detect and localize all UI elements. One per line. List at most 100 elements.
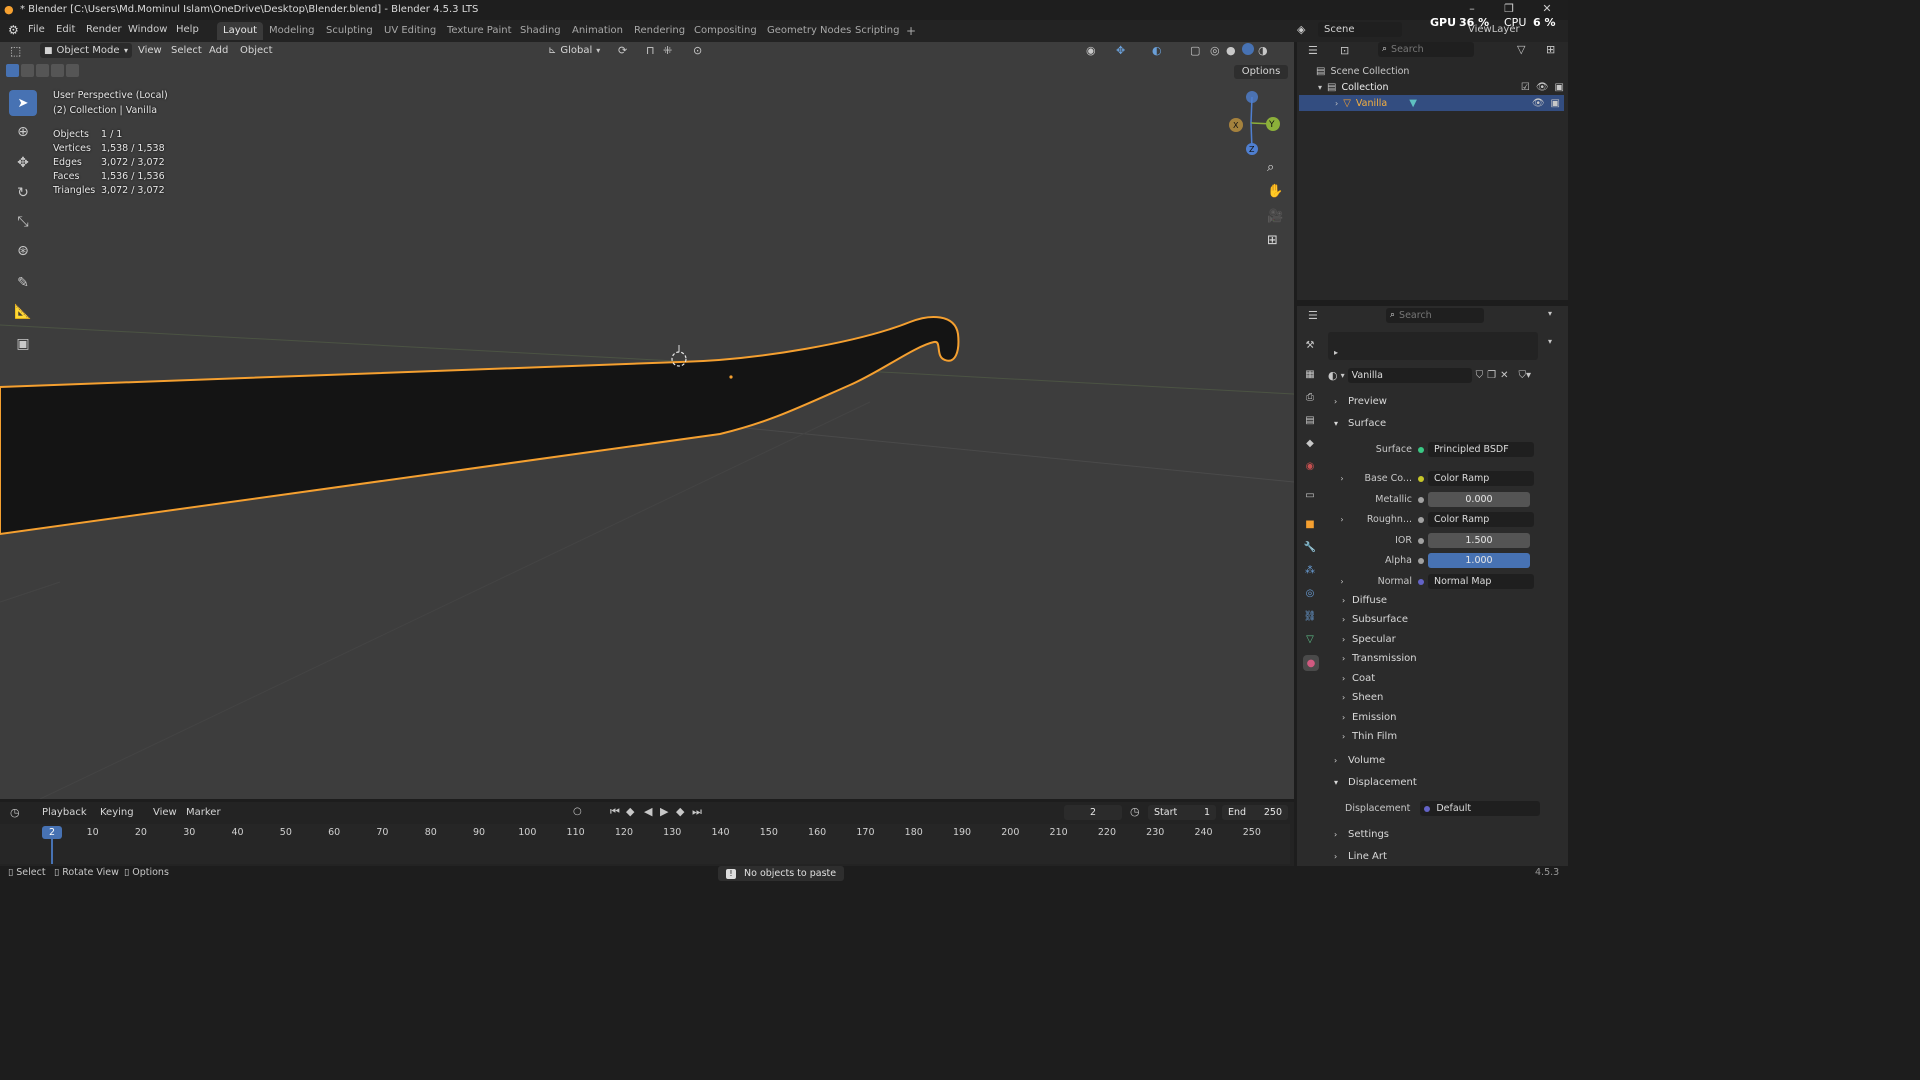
tool-tab-icon[interactable]: ⚒ bbox=[1303, 338, 1317, 352]
render-tab-icon[interactable]: ▦ bbox=[1303, 367, 1317, 381]
view-layer-tab-icon[interactable]: ▤ bbox=[1303, 413, 1317, 427]
eye-icon[interactable]: 👁 bbox=[1532, 98, 1545, 109]
editor-type-icon[interactable]: ⬚ bbox=[10, 44, 21, 58]
surface-input-field[interactable]: 1.500 bbox=[1428, 533, 1530, 548]
modifier-tab-icon[interactable]: 🔧 bbox=[1303, 540, 1317, 554]
tab-texture-paint[interactable]: Texture Paint bbox=[441, 22, 518, 40]
xray-icon[interactable]: ▢ bbox=[1190, 44, 1200, 57]
timeline-editor-icon[interactable]: ◷ bbox=[10, 806, 20, 819]
material-name-field[interactable]: Vanilla bbox=[1347, 368, 1472, 383]
perspective-grid-icon[interactable]: ⊞ bbox=[1267, 233, 1278, 248]
auto-key-icon[interactable]: ○ bbox=[573, 806, 582, 817]
transform-orientation-selector[interactable]: ⊾ Global ▾ bbox=[548, 43, 608, 58]
proportional-edit-icon[interactable]: ⊙ bbox=[693, 44, 702, 57]
current-frame-field[interactable]: 2 bbox=[1064, 805, 1122, 820]
checkbox-icon[interactable]: ☑ bbox=[1521, 82, 1530, 93]
physics-tab-icon[interactable]: ◎ bbox=[1303, 586, 1317, 600]
outliner-scene-collection[interactable]: ▤ Scene Collection bbox=[1316, 64, 1409, 78]
blender-menu-icon[interactable]: ⚙ bbox=[8, 23, 19, 37]
scale-tool[interactable]: ⤡ bbox=[9, 209, 37, 235]
surface-input-field[interactable]: Color Ramp bbox=[1428, 512, 1534, 527]
menu-file[interactable]: File bbox=[28, 24, 45, 35]
select-new-icon[interactable] bbox=[6, 64, 19, 77]
chevron-right-icon[interactable]: › bbox=[1334, 474, 1350, 483]
select-extend-icon[interactable] bbox=[21, 64, 34, 77]
material-preview-icon[interactable] bbox=[1242, 43, 1254, 55]
scene-tab-icon[interactable]: ◆ bbox=[1303, 436, 1317, 450]
menu-window[interactable]: Window bbox=[128, 24, 167, 35]
menu-help[interactable]: Help bbox=[176, 24, 199, 35]
outliner-search-input[interactable]: ⌕ Search bbox=[1378, 42, 1474, 57]
subpanel-emission[interactable]: › Emission bbox=[1342, 712, 1397, 723]
socket-icon[interactable] bbox=[1418, 537, 1424, 544]
preview-range-clock-icon[interactable]: ◷ bbox=[1130, 805, 1140, 818]
chevron-down-icon[interactable]: ▾ bbox=[1318, 83, 1322, 92]
displacement-input[interactable]: Default bbox=[1420, 801, 1540, 816]
material-sphere-icon[interactable]: ◐ bbox=[1328, 369, 1338, 382]
timeline-menu-marker[interactable]: Marker bbox=[186, 807, 221, 818]
pivot-icon[interactable]: ⟳ bbox=[618, 44, 627, 57]
duplicate-material-icon[interactable]: ❐ bbox=[1487, 370, 1496, 381]
mode-selector[interactable]: ■ Object Mode ▾ bbox=[40, 43, 132, 58]
viewport-menu-select[interactable]: Select bbox=[171, 45, 202, 56]
panel-settings[interactable]: › Settings bbox=[1334, 829, 1389, 840]
subpanel-coat[interactable]: › Coat bbox=[1342, 673, 1375, 684]
overlay-toggle-icon[interactable]: ◐ bbox=[1152, 44, 1162, 57]
material-slot-list[interactable] bbox=[1328, 332, 1538, 360]
tab-scripting[interactable]: Scripting bbox=[849, 22, 905, 40]
3d-viewport[interactable] bbox=[0, 42, 1294, 799]
playhead-line[interactable] bbox=[51, 839, 53, 864]
constraints-tab-icon[interactable]: ⛓ bbox=[1303, 609, 1317, 623]
socket-icon[interactable] bbox=[1418, 557, 1424, 564]
play-icon[interactable]: ▶ bbox=[660, 805, 668, 818]
link-mode-icon[interactable]: ⛉▾ bbox=[1518, 370, 1531, 381]
viewport-menu-add[interactable]: Add bbox=[209, 45, 228, 56]
panel-displacement[interactable]: ▾ Displacement bbox=[1334, 777, 1417, 788]
scene-selector[interactable]: Scene bbox=[1318, 22, 1402, 37]
chevron-down-icon[interactable]: ▾ bbox=[1548, 337, 1552, 346]
timeline-menu-playback[interactable]: Playback bbox=[42, 807, 87, 818]
select-subtract-icon[interactable] bbox=[36, 64, 49, 77]
render-camera-icon[interactable]: ▣ bbox=[1555, 82, 1564, 93]
select-invert-icon[interactable] bbox=[51, 64, 64, 77]
subpanel-specular[interactable]: › Specular bbox=[1342, 634, 1396, 645]
snap-grid-icon[interactable]: ⁜ bbox=[663, 44, 672, 57]
subpanel-sheen[interactable]: › Sheen bbox=[1342, 692, 1383, 703]
visibility-icon[interactable]: ◉ bbox=[1086, 44, 1096, 57]
timeline-menu-view[interactable]: View bbox=[153, 807, 177, 818]
viewport-menu-view[interactable]: View bbox=[138, 45, 162, 56]
start-frame-field[interactable]: Start 1 bbox=[1148, 805, 1216, 820]
options-button[interactable]: Options bbox=[1234, 65, 1288, 79]
chevron-right-icon[interactable]: › bbox=[1334, 577, 1350, 586]
subpanel-subsurface[interactable]: › Subsurface bbox=[1342, 614, 1408, 625]
tab-geometry-nodes[interactable]: Geometry Nodes bbox=[761, 22, 857, 40]
tab-rendering[interactable]: Rendering bbox=[628, 22, 691, 40]
surface-input-field[interactable]: 1.000 bbox=[1428, 553, 1530, 568]
panel-preview[interactable]: › Preview bbox=[1334, 396, 1387, 407]
subpanel-diffuse[interactable]: › Diffuse bbox=[1342, 595, 1387, 606]
outliner-collection-row[interactable]: ▾ ▤ Collection ☑ 👁 ▣ bbox=[1318, 80, 1564, 94]
chevron-down-icon[interactable]: ▾ bbox=[1548, 309, 1552, 318]
playhead-frame-indicator[interactable]: 2 bbox=[42, 826, 62, 839]
object-tab-icon[interactable]: ■ bbox=[1303, 517, 1317, 531]
subpanel-thin-film[interactable]: › Thin Film bbox=[1342, 731, 1397, 742]
outliner-object-row[interactable]: › ▽ Vanilla ▼ 👁 ▣ bbox=[1299, 95, 1564, 111]
panel-line-art[interactable]: › Line Art bbox=[1334, 851, 1387, 862]
measure-tool[interactable]: 📐 bbox=[9, 299, 37, 325]
surface-input-field[interactable]: Normal Map bbox=[1428, 574, 1534, 589]
move-tool[interactable]: ✥ bbox=[9, 150, 37, 176]
collection-tab-icon[interactable]: ▭ bbox=[1303, 488, 1317, 502]
data-tab-icon[interactable]: ▽ bbox=[1303, 632, 1317, 646]
socket-icon[interactable] bbox=[1418, 578, 1424, 585]
surface-input-field[interactable]: Color Ramp bbox=[1428, 471, 1534, 486]
annotate-tool[interactable]: ✎ bbox=[9, 270, 37, 296]
properties-editor-icon[interactable]: ☰ bbox=[1308, 309, 1318, 322]
next-keyframe-icon[interactable]: ◆ bbox=[676, 805, 684, 818]
properties-search-input[interactable]: ⌕ Search bbox=[1386, 308, 1484, 323]
zoom-icon[interactable]: ⌕ bbox=[1267, 160, 1274, 175]
gizmo-toggle-icon[interactable]: ✥ bbox=[1116, 44, 1125, 57]
subpanel-transmission[interactable]: › Transmission bbox=[1342, 653, 1417, 664]
navigation-gizmo[interactable]: Y Z X bbox=[1218, 86, 1284, 158]
particles-tab-icon[interactable]: ⁂ bbox=[1303, 563, 1317, 577]
wireframe-shading-icon[interactable]: ◎ bbox=[1210, 44, 1220, 57]
